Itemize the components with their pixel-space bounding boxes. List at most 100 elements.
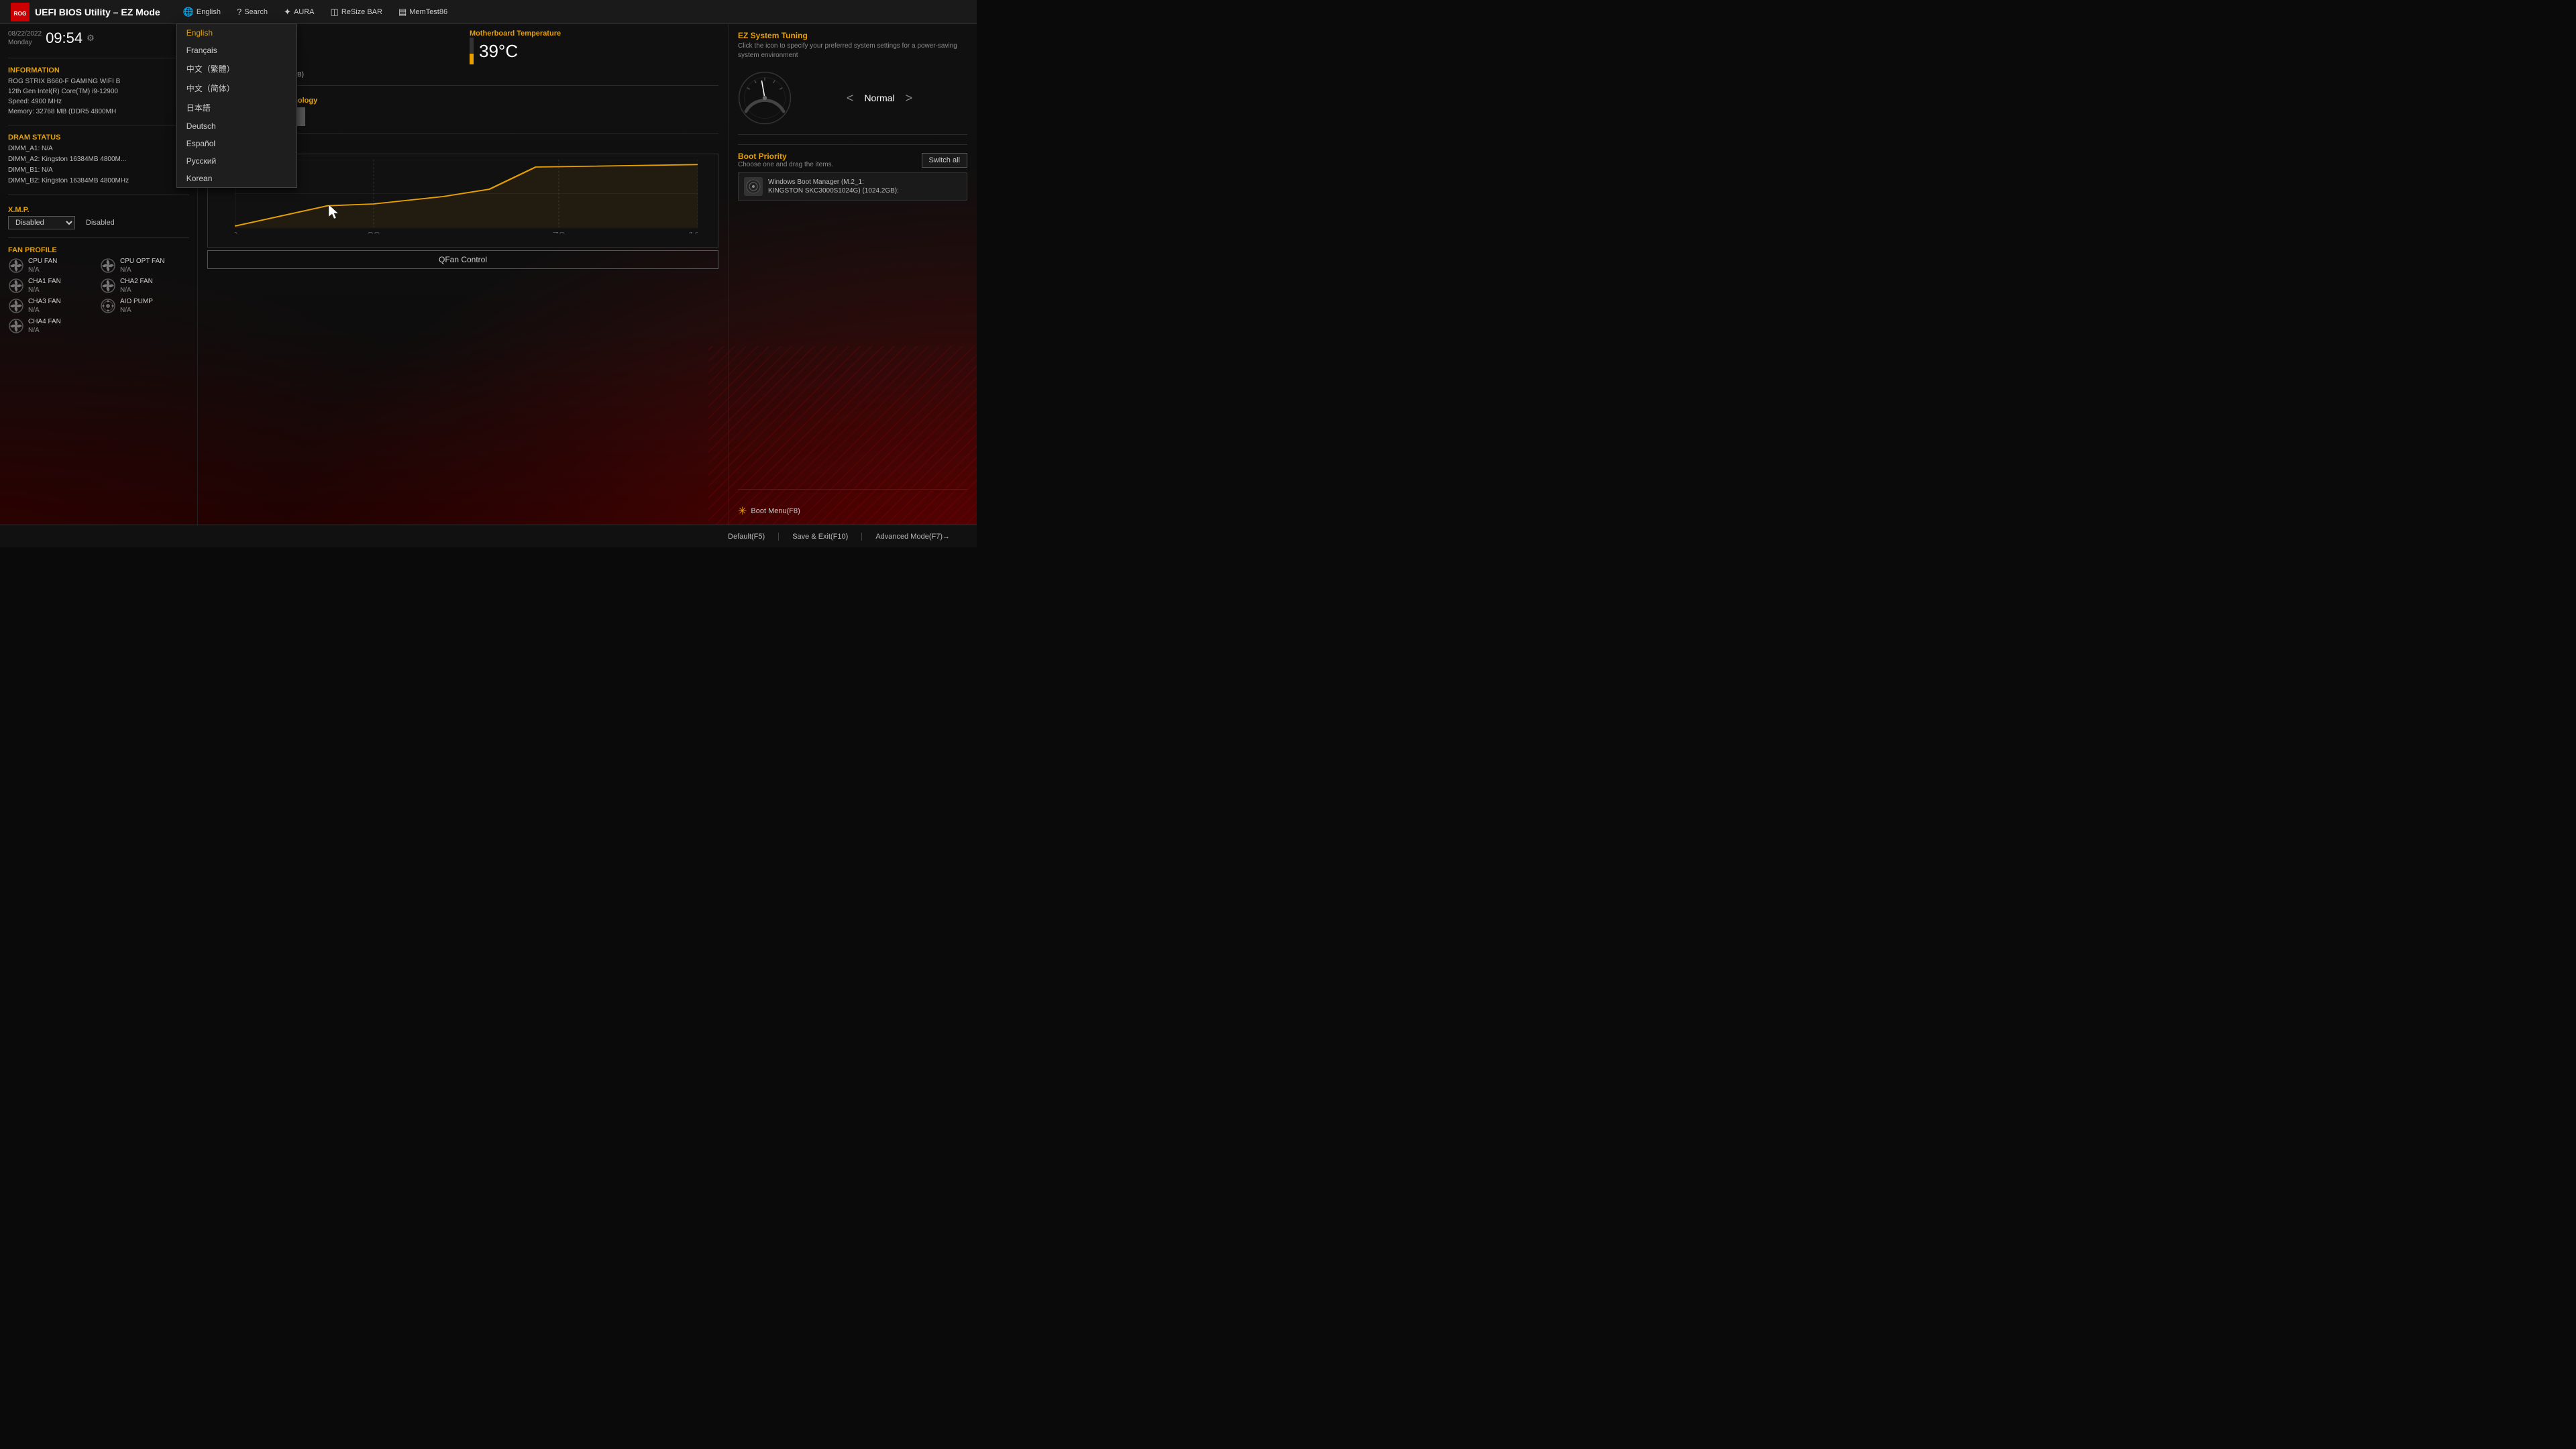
boot-item-0-text: Windows Boot Manager (M.2_1: KINGSTON SK… <box>768 178 899 195</box>
lang-option-deutsch[interactable]: Deutsch <box>177 117 297 135</box>
aura-nav-item[interactable]: ✦ AURA <box>277 5 321 19</box>
dram-b2: DIMM_B2: Kingston 16384MB 4800MHz <box>8 176 189 186</box>
settings-icon[interactable]: ⚙ <box>87 33 95 44</box>
save-exit-button[interactable]: Save & Exit(F10) <box>779 533 862 541</box>
ez-tuning-desc: Click the icon to specify your preferred… <box>738 42 967 60</box>
cpu-fan-name: CPU FAN <box>28 257 57 266</box>
main-wrapper: ROG UEFI BIOS Utility – EZ Mode 🌐 Englis… <box>0 0 977 547</box>
disk-icon <box>746 179 761 194</box>
fan-item-cha4: CHA4 FAN N/A <box>8 317 97 335</box>
rog-logo-icon: ROG <box>11 3 30 21</box>
language-label: English <box>197 8 221 16</box>
lang-option-francais[interactable]: Français <box>177 42 297 59</box>
footer: Default(F5) Save & Exit(F10) Advanced Mo… <box>0 525 977 547</box>
svg-text:70: 70 <box>552 231 566 233</box>
asterisk-icon: ✳ <box>738 504 747 518</box>
lang-option-japanese[interactable]: 日本語 <box>177 98 297 117</box>
cpu-fan-val: N/A <box>28 266 57 274</box>
cpu-fan-icon <box>8 258 24 274</box>
default-button[interactable]: Default(F5) <box>714 533 779 541</box>
temp-bar <box>470 38 474 64</box>
fan-item-cha3: CHA3 FAN N/A <box>8 297 97 315</box>
boot-priority-section: Boot Priority Choose one and drag the it… <box>738 144 967 203</box>
lang-option-korean[interactable]: Korean <box>177 170 297 187</box>
cpu-opt-fan-name: CPU OPT FAN <box>120 257 165 266</box>
ez-tuning-section: EZ System Tuning Click the icon to speci… <box>738 31 967 60</box>
speedometer-container: < Normal > <box>738 71 967 125</box>
dram-title: DRAM Status <box>8 133 189 142</box>
advanced-mode-button[interactable]: Advanced Mode(F7)→ <box>862 533 963 541</box>
header-nav: 🌐 English English Français 中文（繁體） 中文（简体）… <box>176 5 454 19</box>
lang-option-espanol[interactable]: Español <box>177 135 297 152</box>
boot-item-0-icon <box>744 177 763 196</box>
cpu-opt-fan-icon <box>100 258 116 274</box>
switch-all-button[interactable]: Switch all <box>922 153 967 168</box>
cha2-fan-name: CHA2 FAN <box>120 277 153 286</box>
memtest-icon: ▤ <box>398 7 407 17</box>
aura-icon: ✦ <box>284 7 291 17</box>
boot-item-0[interactable]: Windows Boot Manager (M.2_1: KINGSTON SK… <box>738 172 967 201</box>
cha4-fan-icon <box>8 318 24 334</box>
boot-priority-title: Boot Priority <box>738 152 833 161</box>
cha1-fan-name: CHA1 FAN <box>28 277 61 286</box>
divider-4 <box>8 237 189 238</box>
speedometer-icon[interactable] <box>738 71 792 125</box>
right-divider-2 <box>738 489 967 490</box>
cha1-fan-val: N/A <box>28 286 61 294</box>
info-line-3: Memory: 32768 MB (DDR5 4800MH <box>8 107 189 117</box>
language-dropdown: English Français 中文（繁體） 中文（简体） 日本語 Deuts… <box>176 23 297 188</box>
xmp-value: Disabled <box>86 219 115 227</box>
date-text: 08/22/2022 <box>8 30 42 38</box>
fan-profile-section: FAN Profile CPU FAN <box>8 246 189 335</box>
lang-option-english[interactable]: English <box>177 24 297 42</box>
cha2-fan-val: N/A <box>120 286 153 294</box>
cha4-fan-val: N/A <box>28 326 61 335</box>
search-icon: ? <box>237 7 241 17</box>
dram-b1: DIMM_B1: N/A <box>8 165 189 176</box>
temp-label: Motherboard Temperature <box>470 30 718 38</box>
body-area: 08/22/2022 Monday 09:54 ⚙ Information RO… <box>0 24 977 525</box>
aura-label: AURA <box>294 8 315 16</box>
resizebar-nav-item[interactable]: ◫ ReSize BAR <box>324 5 389 19</box>
lang-option-russian[interactable]: Русский <box>177 152 297 170</box>
language-button[interactable]: 🌐 English <box>176 5 227 19</box>
info-title: Information <box>8 66 189 74</box>
fan-item-cpu: CPU FAN N/A <box>8 257 97 274</box>
xmp-label: X.M.P. <box>8 206 189 214</box>
fan-profile-grid: CPU FAN N/A <box>8 257 189 335</box>
memtest-nav-item[interactable]: ▤ MemTest86 <box>392 5 454 19</box>
fan-item-aio: AIO PUMP N/A <box>100 297 189 315</box>
tuning-mode-label: Normal <box>864 93 894 103</box>
right-panel: EZ System Tuning Click the icon to speci… <box>729 24 977 525</box>
cha2-fan-icon <box>100 278 116 294</box>
boot-priority-header: Boot Priority Choose one and drag the it… <box>738 152 967 168</box>
xmp-section: X.M.P. Disabled XMP I XMP II Disabled <box>8 206 189 229</box>
datetime-area: 08/22/2022 Monday 09:54 ⚙ <box>8 30 189 47</box>
tuning-prev-button[interactable]: < <box>847 91 854 105</box>
aio-pump-val: N/A <box>120 306 153 315</box>
dram-a2: DIMM_A2: Kingston 16384MB 4800M... <box>8 154 189 165</box>
xmp-select[interactable]: Disabled XMP I XMP II <box>8 216 75 229</box>
aio-pump-icon <box>100 298 116 314</box>
language-nav-item[interactable]: 🌐 English English Français 中文（繁體） 中文（简体）… <box>176 5 227 19</box>
fan-item-cha2: CHA2 FAN N/A <box>100 277 189 294</box>
tuning-nav: < Normal > <box>792 91 967 105</box>
cha3-fan-name: CHA3 FAN <box>28 297 61 306</box>
tuning-next-button[interactable]: > <box>906 91 913 105</box>
memtest-label: MemTest86 <box>409 8 447 16</box>
svg-text:0: 0 <box>235 231 238 233</box>
info-line-2: Speed: 4900 MHz <box>8 97 189 107</box>
temp-value: 39°C <box>479 42 518 61</box>
lang-option-zh-tw[interactable]: 中文（繁體） <box>177 59 297 78</box>
search-label: Search <box>244 8 268 16</box>
resizebar-label: ReSize BAR <box>341 8 382 16</box>
lang-option-zh-cn[interactable]: 中文（简体） <box>177 78 297 98</box>
cpu-fan-section: CPU FAN 100 50 <box>207 143 718 519</box>
cha3-fan-icon <box>8 298 24 314</box>
logo-area: ROG UEFI BIOS Utility – EZ Mode <box>11 3 160 21</box>
info-line-0: ROG STRIX B660-F GAMING WIFI B <box>8 76 189 87</box>
qfan-control-button[interactable]: QFan Control <box>207 250 718 269</box>
aio-pump-name: AIO PUMP <box>120 297 153 306</box>
search-nav-item[interactable]: ? Search <box>230 5 274 19</box>
boot-menu-button[interactable]: ✳ Boot Menu(F8) <box>738 504 967 518</box>
